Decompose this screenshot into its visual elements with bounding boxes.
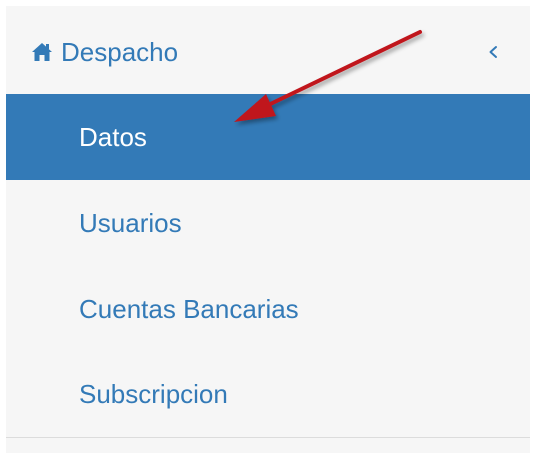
submenu-item-cuentas-bancarias[interactable]: Cuentas Bancarias <box>6 266 530 352</box>
submenu-item-usuarios[interactable]: Usuarios <box>6 180 530 266</box>
submenu-item-label: Usuarios <box>79 208 182 238</box>
annotation-arrow <box>234 30 422 122</box>
home-icon <box>31 42 53 62</box>
divider <box>6 437 530 438</box>
chevron-left-icon[interactable] <box>486 44 500 60</box>
submenu-item-label: Cuentas Bancarias <box>79 294 299 324</box>
menu-title: Despacho <box>61 37 179 67</box>
submenu-item-label: Datos <box>79 122 147 152</box>
submenu-item-subscripcion[interactable]: Subscripcion <box>6 351 530 437</box>
submenu-item-label: Subscripcion <box>79 379 228 409</box>
